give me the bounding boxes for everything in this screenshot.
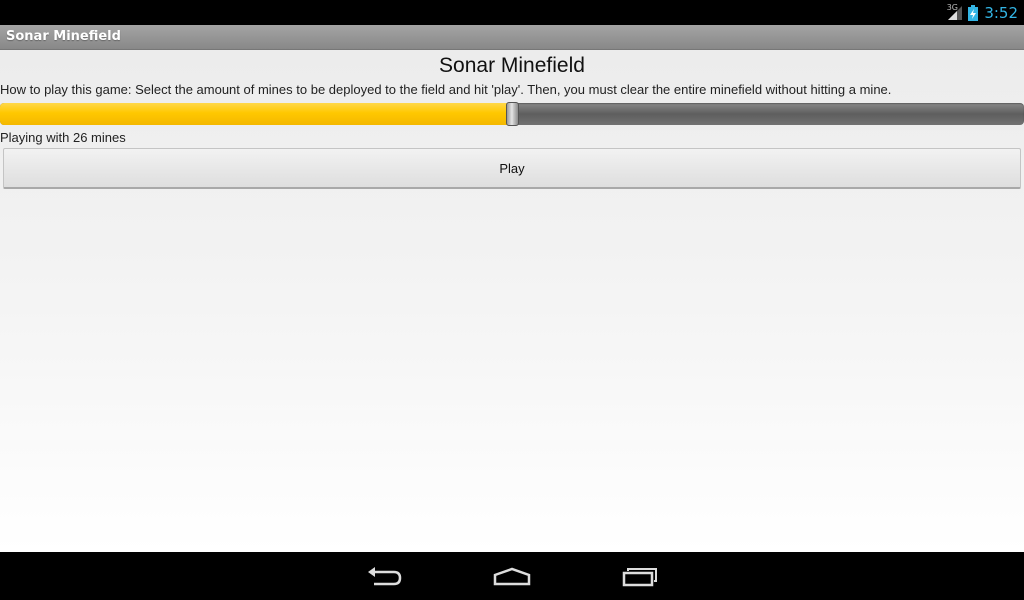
page-title: Sonar Minefield (439, 54, 585, 77)
status-icons: 3:52 (948, 0, 1018, 25)
action-bar: Sonar Minefield (0, 25, 1024, 50)
status-bar: 3G 3:52 (0, 0, 1024, 25)
instructions-text: How to play this game: Select the amount… (0, 82, 892, 97)
main-content: Sonar Minefield How to play this game: S… (0, 50, 1024, 552)
recent-apps-button[interactable] (616, 562, 664, 590)
home-button[interactable] (488, 562, 536, 590)
battery-charging-icon (968, 4, 979, 21)
mine-count-slider[interactable] (0, 102, 1024, 126)
recent-apps-icon (622, 568, 657, 587)
app-title: Sonar Minefield (6, 29, 121, 44)
mine-count-label: Playing with 26 mines (0, 130, 126, 145)
slider-progress (0, 103, 512, 125)
back-icon (368, 567, 402, 586)
home-icon (493, 567, 531, 586)
signal-icon (948, 5, 963, 20)
clock: 3:52 (984, 3, 1018, 22)
back-button[interactable] (360, 562, 408, 590)
play-button[interactable]: Play (3, 148, 1021, 189)
navigation-bar (0, 552, 1024, 600)
slider-thumb[interactable] (506, 102, 519, 126)
